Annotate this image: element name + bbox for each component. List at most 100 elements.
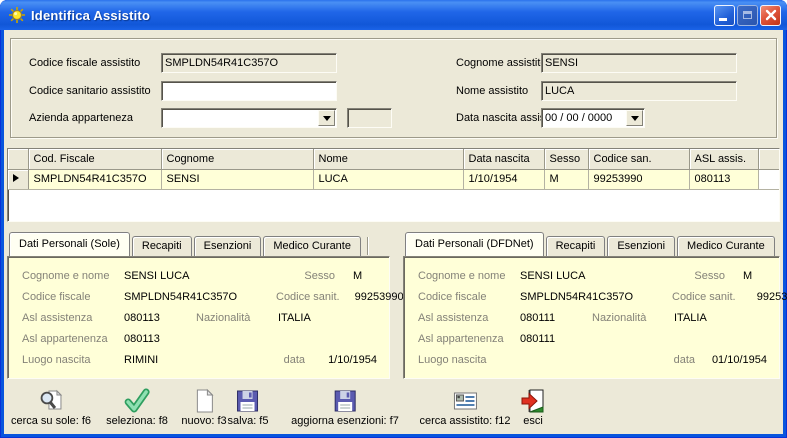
exit-door-icon bbox=[520, 388, 546, 414]
cognome-field: SENSI bbox=[541, 53, 737, 73]
toolbar-label: cerca su sole: f6 bbox=[11, 415, 91, 427]
identifica-assistito-window: Identifica Assistito Codice fiscale assi… bbox=[0, 0, 787, 438]
azienda-label: Azienda apparteneza bbox=[29, 108, 133, 128]
aggiorna-esenzioni-button[interactable]: aggiorna esenzioni: f7 bbox=[291, 388, 399, 427]
maximize-icon bbox=[743, 11, 752, 19]
sesso-value: M bbox=[725, 270, 767, 282]
data-label: data bbox=[284, 354, 305, 366]
nome-label: Nome assistito bbox=[456, 81, 528, 101]
tab-medico-curante-sole[interactable]: Medico Curante bbox=[263, 236, 361, 256]
toolbar-label: nuovo: f3 bbox=[181, 415, 226, 427]
floppy-save-icon bbox=[332, 388, 358, 414]
salva-button[interactable]: salva: f5 bbox=[228, 388, 269, 427]
title-bar[interactable]: Identifica Assistito bbox=[0, 0, 787, 30]
col-codice-san[interactable]: Codice san. bbox=[588, 149, 689, 169]
cognome-nome-value: SENSI LUCA bbox=[520, 270, 585, 282]
tab-recapiti-sole[interactable]: Recapiti bbox=[132, 236, 192, 256]
data-value: 1/10/1954 bbox=[305, 354, 377, 366]
seleziona-button[interactable]: seleziona: f8 bbox=[106, 388, 168, 427]
toolbar-label: aggiorna esenzioni: f7 bbox=[291, 415, 399, 427]
tab-esenzioni-sole[interactable]: Esenzioni bbox=[194, 236, 262, 256]
data-nascita-dropdown[interactable]: 00 / 00 / 0000 bbox=[541, 108, 645, 128]
toolbar-label: salva: f5 bbox=[228, 415, 269, 427]
tab-recapiti-dfdnet[interactable]: Recapiti bbox=[546, 236, 606, 256]
cognome-nome-label: Cognome e nome bbox=[22, 270, 124, 282]
sesso-label: Sesso bbox=[694, 270, 725, 282]
maximize-button[interactable] bbox=[737, 5, 758, 26]
col-nome[interactable]: Nome bbox=[313, 149, 463, 169]
cognome-nome-label: Cognome e nome bbox=[418, 270, 520, 282]
data-label: data bbox=[674, 354, 695, 366]
panel-dfdnet-body: Cognome e nome SENSI LUCA Sesso M Codice… bbox=[403, 256, 780, 379]
codice-sanit-value: 9925399 bbox=[736, 291, 787, 303]
tab-esenzioni-dfdnet[interactable]: Esenzioni bbox=[607, 236, 675, 256]
panel-sole-tabs: Dati Personali (Sole) Recapiti Esenzioni… bbox=[7, 232, 390, 256]
col-asl-assis[interactable]: ASL assis. bbox=[689, 149, 758, 169]
cerca-assistito-button[interactable]: cerca assistito: f12 bbox=[419, 388, 510, 427]
nazionalita-label: Nazionalità bbox=[592, 312, 674, 324]
tab-dati-personali-dfdnet[interactable]: Dati Personali (DFDNet) bbox=[405, 232, 544, 256]
data-value: 01/10/1954 bbox=[695, 354, 767, 366]
codice-fiscale-field: SMPLDN54R41C357O bbox=[161, 53, 337, 73]
panel-dfdnet-tabs: Dati Personali (DFDNet) Recapiti Esenzio… bbox=[403, 232, 780, 256]
tab-medico-curante-dfdnet[interactable]: Medico Curante bbox=[677, 236, 775, 256]
new-page-icon bbox=[191, 388, 217, 414]
cell-cognome[interactable]: SENSI bbox=[161, 169, 313, 189]
col-cod-fiscale[interactable]: Cod. Fiscale bbox=[28, 149, 161, 169]
asl-appartenenza-value: 080111 bbox=[520, 333, 555, 345]
codice-sanit-label: Codice sanit. bbox=[276, 291, 340, 303]
cerca-su-sole-button[interactable]: cerca su sole: f6 bbox=[11, 388, 91, 427]
luogo-nascita-label: Luogo nascita bbox=[418, 354, 520, 366]
chevron-down-icon bbox=[323, 116, 331, 125]
azienda-dropdown[interactable] bbox=[161, 108, 337, 128]
azienda-dropdown-button[interactable] bbox=[318, 110, 335, 126]
asl-assistenza-label: Asl assistenza bbox=[22, 312, 124, 324]
grid-selector-header bbox=[8, 149, 28, 169]
col-cognome[interactable]: Cognome bbox=[161, 149, 313, 169]
search-page-icon bbox=[38, 388, 64, 414]
nazionalita-label: Nazionalità bbox=[196, 312, 278, 324]
panel-sole: Dati Personali (Sole) Recapiti Esenzioni… bbox=[7, 232, 390, 379]
col-sesso[interactable]: Sesso bbox=[544, 149, 588, 169]
codice-fiscale-label: Codice fiscale bbox=[22, 291, 124, 303]
results-grid: Cod. Fiscale Cognome Nome Data nascita S… bbox=[7, 148, 780, 222]
tab-dati-personali-sole[interactable]: Dati Personali (Sole) bbox=[9, 232, 130, 256]
cell-codice-san[interactable]: 99253990 bbox=[588, 169, 689, 189]
col-data-nascita[interactable]: Data nascita bbox=[463, 149, 544, 169]
cell-cod-fiscale[interactable]: SMPLDN54R41C357O bbox=[28, 169, 161, 189]
grid-filler-cell bbox=[758, 169, 780, 189]
floppy-save-icon bbox=[235, 388, 261, 414]
codice-sanit-label: Codice sanit. bbox=[672, 291, 736, 303]
asl-assistenza-value: 080111 bbox=[520, 312, 592, 324]
cell-nome[interactable]: LUCA bbox=[313, 169, 463, 189]
toolbar-label: esci bbox=[520, 415, 546, 427]
close-button[interactable] bbox=[760, 5, 781, 26]
asl-assistenza-value: 080113 bbox=[124, 312, 196, 324]
chevron-down-icon bbox=[631, 116, 639, 125]
dialog-content: Codice fiscale assistito SMPLDN54R41C357… bbox=[4, 30, 783, 434]
app-sun-icon bbox=[8, 6, 26, 24]
cell-data-nascita[interactable]: 1/10/1954 bbox=[463, 169, 544, 189]
cell-sesso[interactable]: M bbox=[544, 169, 588, 189]
cell-asl-assis[interactable]: 080113 bbox=[689, 169, 758, 189]
minimize-button[interactable] bbox=[714, 5, 735, 26]
panel-sole-body: Cognome e nome SENSI LUCA Sesso M Codice… bbox=[7, 256, 390, 379]
toolbar-label: cerca assistito: f12 bbox=[419, 415, 510, 427]
window-title: Identifica Assistito bbox=[31, 8, 150, 23]
close-icon bbox=[765, 9, 777, 21]
esci-button[interactable]: esci bbox=[520, 388, 546, 427]
cognome-label: Cognome assistito bbox=[456, 53, 547, 73]
data-nascita-dropdown-button[interactable] bbox=[626, 110, 643, 126]
codice-sanitario-input[interactable] bbox=[161, 81, 337, 101]
nazionalita-value: ITALIA bbox=[278, 312, 311, 324]
sesso-value: M bbox=[335, 270, 377, 282]
cognome-nome-value: SENSI LUCA bbox=[124, 270, 189, 282]
row-selector-cell[interactable] bbox=[8, 169, 28, 189]
grid-filler-header bbox=[758, 149, 780, 169]
table-row[interactable]: SMPLDN54R41C357O SENSI LUCA 1/10/1954 M … bbox=[8, 169, 780, 189]
nuovo-button[interactable]: nuovo: f3 bbox=[181, 388, 226, 427]
nazionalita-value: ITALIA bbox=[674, 312, 707, 324]
asl-appartenenza-label: Asl appartenenza bbox=[418, 333, 520, 345]
codice-fiscale-value: SMPLDN54R41C357O bbox=[520, 291, 672, 303]
codice-fiscale-label: Codice fiscale bbox=[418, 291, 520, 303]
